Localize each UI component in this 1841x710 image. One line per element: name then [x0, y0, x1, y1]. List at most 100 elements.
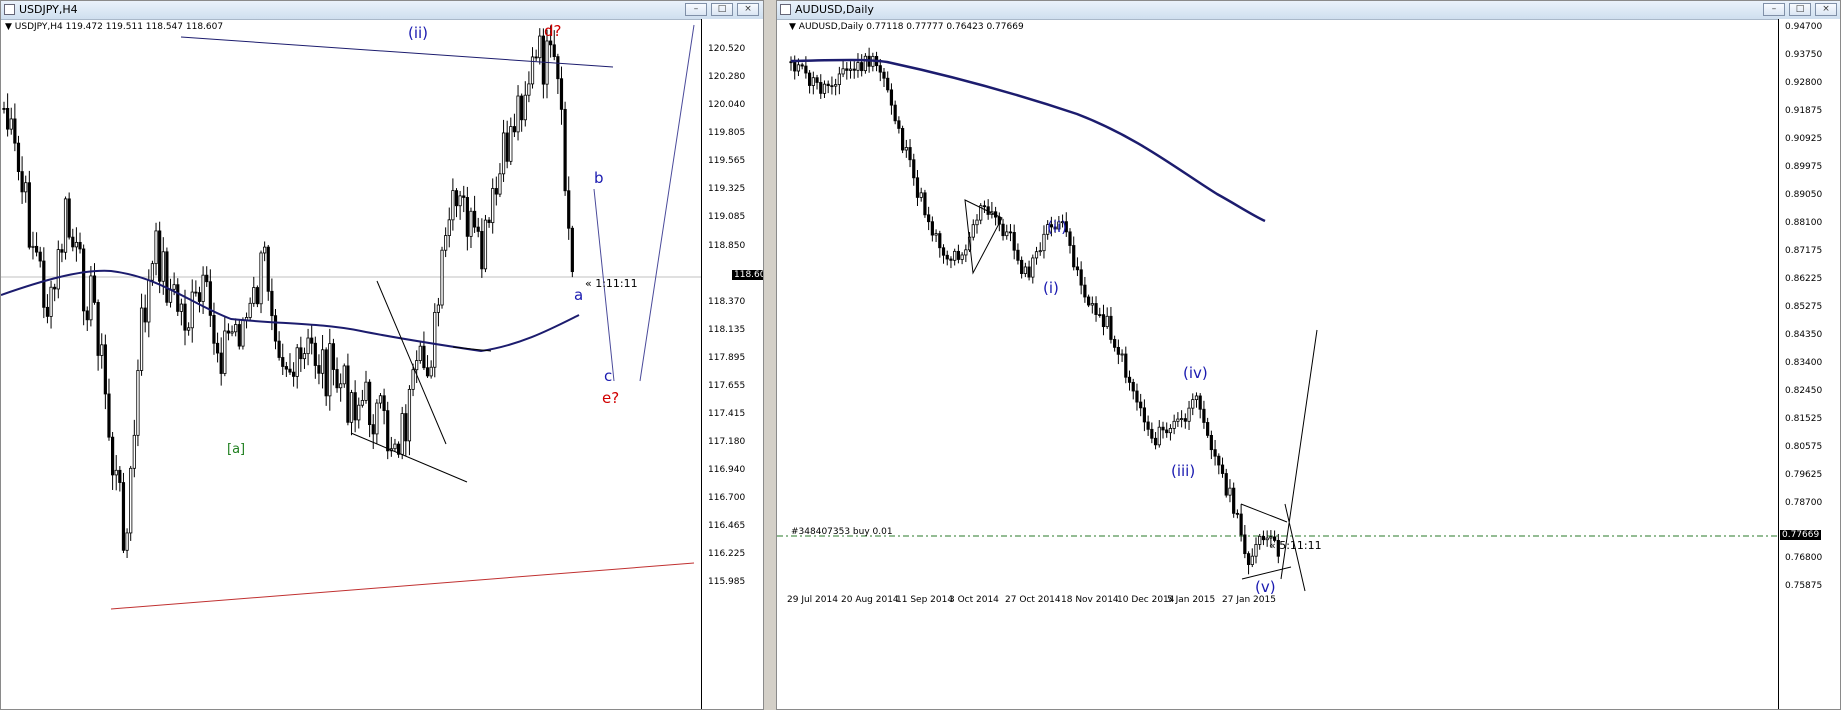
minimize-button[interactable]: – — [1763, 3, 1785, 16]
candle-body — [107, 393, 111, 438]
audusd-info-symbol: AUDUSD,Daily — [798, 22, 864, 32]
chart-window-icon — [4, 4, 15, 15]
candle-body — [1187, 407, 1191, 422]
candle-body — [263, 246, 267, 254]
usdjpy-chart-window[interactable]: USDJPY,H4 – □ × ▼ USDJPY,H4 119.472 119.… — [0, 0, 764, 710]
chart-window-icon — [780, 4, 791, 15]
candle-body — [1165, 429, 1169, 434]
candle-body — [1086, 296, 1091, 306]
candle-body — [125, 532, 129, 551]
candle-body — [516, 95, 520, 133]
triangle-pattern — [964, 199, 1003, 275]
candle-body — [364, 381, 368, 401]
candle-body — [1012, 232, 1016, 251]
minimize-button[interactable]: – — [685, 3, 707, 16]
candle-body — [1068, 231, 1072, 246]
candle-body — [563, 108, 567, 192]
candle-body — [60, 249, 64, 253]
candle-body — [1142, 407, 1147, 423]
time-axis-label: 20 Aug 2014 — [841, 595, 899, 605]
candle-body — [378, 395, 383, 404]
close-button[interactable]: × — [737, 3, 759, 16]
candle-body — [1243, 534, 1247, 555]
restore-button[interactable]: □ — [1789, 3, 1811, 16]
candle-body — [266, 246, 270, 292]
restore-button[interactable]: □ — [711, 3, 733, 16]
candle-body — [1124, 353, 1128, 378]
candle-body — [121, 482, 126, 551]
candle-body — [161, 251, 165, 282]
candle-body — [1120, 353, 1124, 356]
candle-body — [904, 147, 908, 151]
candle-body — [404, 413, 408, 442]
audusd-titlebar[interactable]: AUDUSD,Daily – □ × — [777, 1, 1840, 20]
candle-body — [100, 344, 104, 356]
candle-body — [919, 192, 923, 198]
candle-body — [447, 219, 451, 236]
candle-body — [1016, 249, 1020, 261]
candle-body — [176, 284, 180, 312]
candle-body — [27, 182, 31, 248]
candle-body — [317, 365, 321, 374]
candle-body — [1191, 399, 1195, 409]
audusd-chart-window[interactable]: AUDUSD,Daily – □ × ▼ AUDUSD,Daily 0.7711… — [776, 0, 1841, 710]
usdjpy-window-title: USDJPY,H4 — [19, 3, 78, 16]
candle-body — [74, 241, 78, 248]
candle-body — [930, 221, 934, 236]
candle-body — [945, 254, 949, 260]
candle-body — [1183, 418, 1187, 422]
usdjpy-info-line: ▼ USDJPY,H4 119.472 119.511 118.547 118.… — [5, 22, 224, 32]
price-axis-label: 120.280 — [708, 72, 746, 82]
candle-body — [451, 190, 455, 221]
order-label[interactable]: #348407353 buy 0.01 — [791, 527, 893, 537]
candle-body — [1224, 473, 1228, 496]
candle-body — [534, 56, 538, 59]
candle-body — [975, 219, 979, 226]
candle-body — [1001, 223, 1005, 237]
wave-label-ii: (ii) — [408, 24, 429, 42]
candle-body — [400, 413, 404, 455]
price-axis-label: 0.81525 — [1785, 414, 1823, 424]
candle-body — [941, 247, 946, 256]
price-axis-label: 0.93750 — [1785, 50, 1823, 60]
candle-body — [822, 83, 827, 94]
price-axis-label: 116.940 — [708, 465, 746, 475]
candle-body — [556, 56, 560, 80]
wave-label-a-bracket: [a] — [227, 442, 246, 457]
candle-body — [154, 230, 158, 265]
candle-body — [1094, 303, 1098, 315]
candle-body — [830, 85, 834, 88]
candle-body — [1090, 303, 1094, 306]
price-axis-label: 0.85275 — [1785, 302, 1823, 312]
usdjpy-titlebar[interactable]: USDJPY,H4 – □ × — [1, 1, 763, 20]
candle-body — [1269, 536, 1273, 539]
candle-body — [1161, 426, 1165, 431]
close-button[interactable]: × — [1815, 3, 1837, 16]
usdjpy-price-canvas — [1, 24, 701, 610]
candle-body — [863, 55, 867, 72]
candle-body — [1179, 418, 1184, 420]
candle-body — [85, 310, 89, 321]
candle-body — [1232, 487, 1236, 514]
candle-body — [908, 147, 912, 161]
usdjpy-info-ohlc: 119.472 119.511 118.547 118.607 — [65, 22, 224, 32]
candle-body — [841, 68, 845, 75]
candle-body — [197, 292, 202, 302]
candle-body — [1228, 487, 1232, 496]
time-axis-label: 11 Sep 2014 — [896, 595, 954, 605]
candle-body — [549, 40, 553, 46]
candle-body — [956, 250, 960, 260]
candle-body — [1150, 428, 1154, 439]
candle-body — [848, 68, 853, 71]
price-axis-label: 0.80575 — [1785, 442, 1823, 452]
candle-body — [476, 226, 480, 232]
price-axis-label: 0.78700 — [1785, 498, 1823, 508]
candle-body — [1034, 251, 1039, 259]
usdjpy-chart[interactable]: ▼ USDJPY,H4 119.472 119.511 118.547 118.… — [1, 19, 763, 709]
candle-body — [444, 235, 448, 251]
usdjpy-price-axis[interactable]: 118.607 120.520 120.280 120.040 119.805 119.… — [701, 19, 763, 709]
audusd-price-axis[interactable]: 0.77669 0.94700 0.93750 0.92800 0.91875 0.90… — [1778, 19, 1840, 709]
audusd-chart[interactable]: ▼ AUDUSD,Daily 0.77118 0.77777 0.76423 0… — [777, 19, 1840, 709]
candle-body — [480, 231, 484, 270]
candle-body — [505, 132, 509, 162]
